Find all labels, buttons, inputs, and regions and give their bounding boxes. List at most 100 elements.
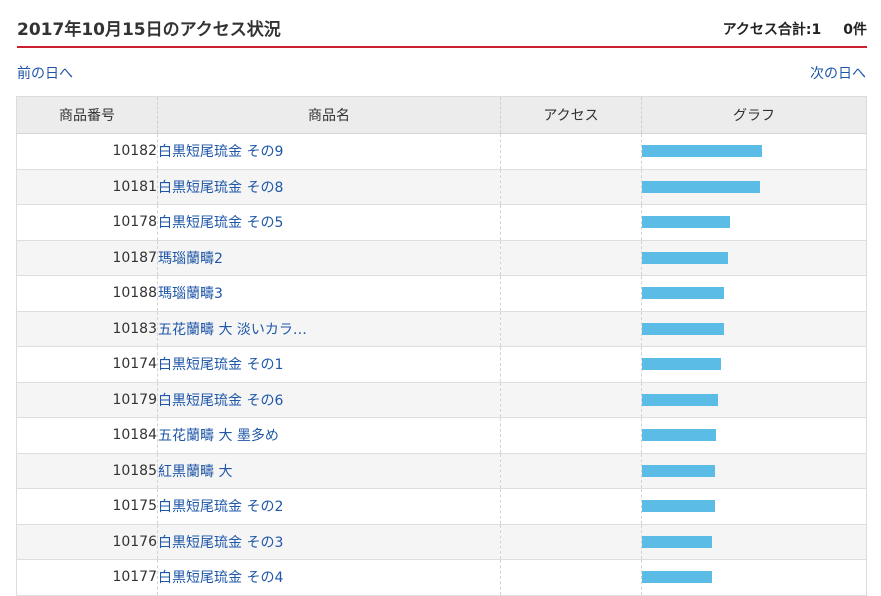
graph-cell [641, 204, 867, 241]
item-name-link[interactable]: 白黒短尾琉金 その3 [158, 535, 283, 551]
access-bar [642, 500, 715, 513]
column-header-access: アクセス [500, 96, 642, 134]
item-name-cell: 白黒短尾琉金 その2 [157, 488, 501, 525]
item-count: 0件 [843, 22, 867, 38]
page-header: 2017年10月15日のアクセス状況 アクセス合計:1 0件 [17, 0, 867, 48]
table-row: 10177 白黒短尾琉金 その4 [16, 559, 867, 596]
table-row: 10175 白黒短尾琉金 その2 [16, 488, 867, 525]
access-count-cell [500, 524, 642, 560]
previous-day-link[interactable]: 前の日へ [17, 63, 73, 83]
graph-cell [641, 559, 867, 596]
item-number-cell: 10176 [16, 524, 158, 560]
table-row: 10187 瑪瑙蘭疇2 [16, 240, 867, 276]
item-name-cell: 白黒短尾琉金 その3 [157, 524, 501, 560]
item-name-link[interactable]: 紅黒蘭疇 大 [158, 464, 232, 480]
access-bar [642, 429, 716, 442]
graph-cell [641, 417, 867, 454]
graph-cell [641, 453, 867, 489]
table-row: 10178 白黒短尾琉金 その5 [16, 204, 867, 241]
item-name-cell: 白黒短尾琉金 その6 [157, 382, 501, 418]
item-name-cell: 五花蘭疇 大 墨多め [157, 417, 501, 454]
item-name-link[interactable]: 白黒短尾琉金 その1 [158, 357, 283, 373]
item-name-link[interactable]: 瑪瑙蘭疇3 [158, 286, 223, 302]
graph-cell [641, 524, 867, 560]
table-row: 10183 五花蘭疇 大 淡いカラ… [16, 311, 867, 347]
item-name-link[interactable]: 白黒短尾琉金 その8 [158, 180, 283, 196]
item-name-link[interactable]: 白黒短尾琉金 その4 [158, 570, 283, 586]
item-number-cell: 10181 [16, 169, 158, 205]
item-name-link[interactable]: 白黒短尾琉金 その2 [158, 499, 283, 515]
item-name-cell: 五花蘭疇 大 淡いカラ… [157, 311, 501, 347]
access-count-cell [500, 417, 642, 454]
access-count-cell [500, 488, 642, 525]
item-number-cell: 10175 [16, 488, 158, 525]
access-count-cell [500, 559, 642, 596]
access-count-cell [500, 133, 642, 170]
table-row: 10181 白黒短尾琉金 その8 [16, 169, 867, 205]
access-count-cell [500, 240, 642, 276]
access-count-cell [500, 169, 642, 205]
graph-cell [641, 311, 867, 347]
table-row: 10185 紅黒蘭疇 大 [16, 453, 867, 489]
graph-cell [641, 133, 867, 170]
access-bar [642, 287, 724, 300]
access-table: 商品番号 商品名 アクセス グラフ 10182 白黒短尾琉金 その9 10181 白黒… [16, 96, 867, 596]
access-count-cell [500, 346, 642, 383]
access-bar [642, 571, 712, 584]
table-row: 10176 白黒短尾琉金 その3 [16, 524, 867, 560]
access-count-cell [500, 311, 642, 347]
item-name-link[interactable]: 五花蘭疇 大 淡いカラ… [158, 322, 307, 338]
item-name-link[interactable]: 白黒短尾琉金 その6 [158, 393, 283, 409]
item-name-cell: 白黒短尾琉金 その8 [157, 169, 501, 205]
access-bar [642, 393, 718, 406]
graph-cell [641, 488, 867, 525]
graph-cell [641, 169, 867, 205]
item-name-cell: 紅黒蘭疇 大 [157, 453, 501, 489]
access-count-cell [500, 275, 642, 312]
item-number-cell: 10184 [16, 417, 158, 454]
access-bar [642, 322, 724, 335]
item-name-cell: 白黒短尾琉金 その9 [157, 133, 501, 170]
table-header-row: 商品番号 商品名 アクセス グラフ [16, 96, 867, 134]
access-table-container: 商品番号 商品名 アクセス グラフ 10182 白黒短尾琉金 その9 10181 白黒… [16, 96, 867, 596]
item-number-cell: 10188 [16, 275, 158, 312]
item-number-cell: 10187 [16, 240, 158, 276]
column-header-item-number: 商品番号 [16, 96, 158, 134]
access-count-cell [500, 204, 642, 241]
item-name-link[interactable]: 白黒短尾琉金 その5 [158, 215, 283, 231]
access-bar [642, 180, 760, 193]
graph-cell [641, 240, 867, 276]
graph-cell [641, 346, 867, 383]
table-row: 10182 白黒短尾琉金 その9 [16, 133, 867, 170]
access-bar [642, 358, 721, 371]
table-row: 10174 白黒短尾琉金 その1 [16, 346, 867, 383]
item-name-cell: 白黒短尾琉金 その5 [157, 204, 501, 241]
item-name-cell: 瑪瑙蘭疇3 [157, 275, 501, 312]
access-count-cell [500, 453, 642, 489]
access-bar [642, 145, 762, 158]
item-number-cell: 10183 [16, 311, 158, 347]
item-name-cell: 白黒短尾琉金 その1 [157, 346, 501, 383]
access-report-page: 2017年10月15日のアクセス状況 アクセス合計:1 0件 前の日へ 次の日へ … [0, 0, 881, 596]
table-body: 10182 白黒短尾琉金 その9 10181 白黒短尾琉金 その8 10178 白黒短尾琉… [16, 133, 867, 596]
item-number-cell: 10177 [16, 559, 158, 596]
item-number-cell: 10182 [16, 133, 158, 170]
access-bar [642, 535, 712, 548]
access-total-label: アクセス合計:1 [722, 22, 822, 38]
graph-cell [641, 275, 867, 312]
graph-cell [641, 382, 867, 418]
item-number-cell: 10178 [16, 204, 158, 241]
item-number-cell: 10185 [16, 453, 158, 489]
next-day-link[interactable]: 次の日へ [810, 63, 866, 83]
table-row: 10188 瑪瑙蘭疇3 [16, 275, 867, 312]
access-bar [642, 251, 728, 264]
column-header-item-name: 商品名 [157, 96, 501, 134]
table-row: 10179 白黒短尾琉金 その6 [16, 382, 867, 418]
item-name-link[interactable]: 瑪瑙蘭疇2 [158, 251, 223, 267]
item-number-cell: 10174 [16, 346, 158, 383]
item-name-link[interactable]: 白黒短尾琉金 その9 [158, 144, 283, 160]
item-name-link[interactable]: 五花蘭疇 大 墨多め [158, 428, 279, 444]
column-header-graph: グラフ [641, 96, 867, 134]
page-title: 2017年10月15日のアクセス状況 [17, 20, 281, 40]
item-number-cell: 10179 [16, 382, 158, 418]
